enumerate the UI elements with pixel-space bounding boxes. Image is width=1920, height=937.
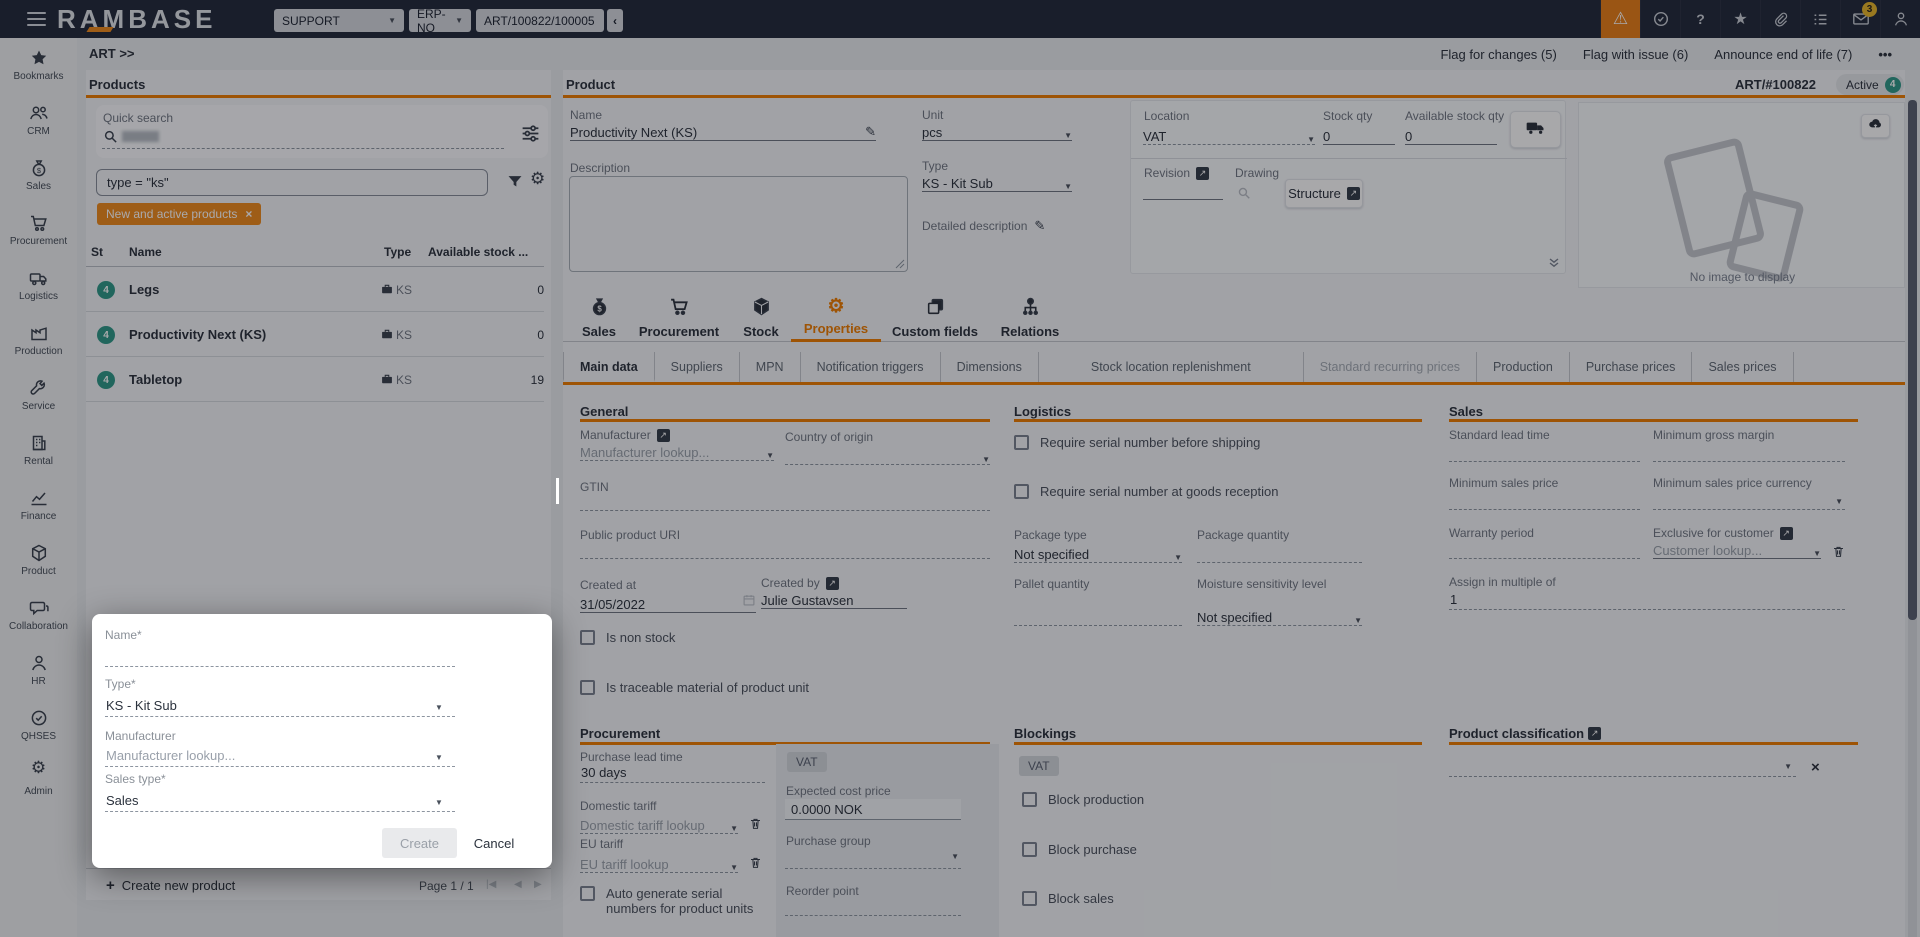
panel-scroll-indicator[interactable] [556, 478, 559, 504]
modal-type-label: Type* [105, 677, 136, 691]
caret-down-icon: ▼ [435, 753, 443, 762]
modal-manufacturer-select[interactable]: Manufacturer lookup... ▼ [105, 747, 455, 767]
modal-name-input[interactable] [105, 666, 455, 667]
create-product-modal: Name* Type* KS - Kit Sub ▼ Manufacturer … [92, 614, 552, 868]
cancel-button[interactable]: Cancel [464, 828, 524, 858]
caret-down-icon: ▼ [435, 798, 443, 807]
modal-name-label: Name* [105, 628, 142, 642]
modal-manufacturer-label: Manufacturer [105, 729, 176, 743]
modal-sales-type-select[interactable]: Sales ▼ [105, 791, 455, 812]
modal-sales-type-label: Sales type* [105, 772, 166, 786]
modal-type-select[interactable]: KS - Kit Sub ▼ [105, 696, 455, 717]
create-button[interactable]: Create [382, 828, 457, 858]
caret-down-icon: ▼ [435, 703, 443, 712]
